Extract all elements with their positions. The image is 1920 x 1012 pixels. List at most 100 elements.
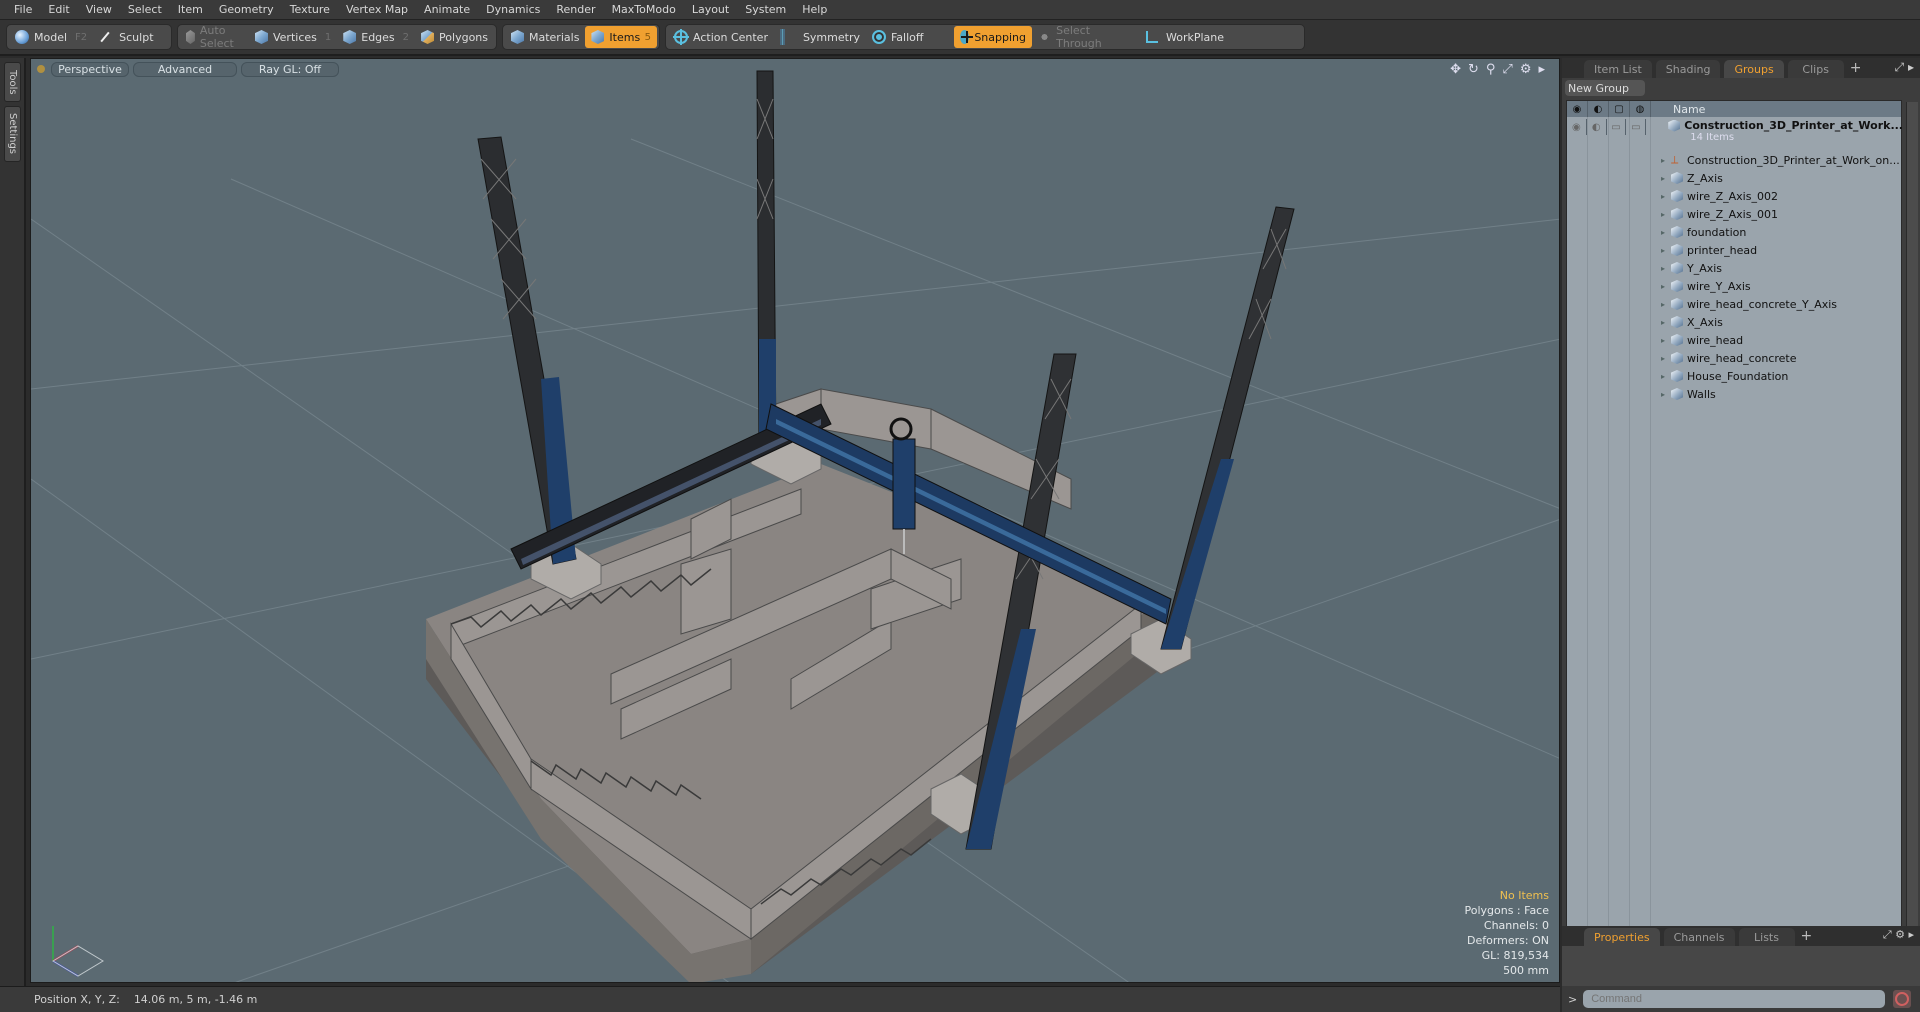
- lock-icon[interactable]: ▢: [1609, 101, 1630, 117]
- edges-button[interactable]: Edges 2: [337, 26, 415, 48]
- shading-dropdown[interactable]: Advanced: [133, 61, 237, 77]
- expand-arrow-icon[interactable]: ▸: [1655, 300, 1671, 309]
- auto-select-button[interactable]: Auto Select: [180, 24, 249, 50]
- expand-arrow-icon[interactable]: ▸: [1655, 336, 1671, 345]
- menu-dynamics[interactable]: Dynamics: [478, 3, 548, 16]
- group-item-row[interactable]: ▸ Z_Axis: [1655, 169, 1723, 187]
- vertices-button[interactable]: Vertices 1: [249, 26, 337, 48]
- expand-arrow-icon[interactable]: ▸: [1655, 390, 1671, 399]
- group-item-row[interactable]: ▸ House_Foundation: [1655, 367, 1788, 385]
- expand-arrow-icon[interactable]: ▸: [1655, 246, 1671, 255]
- workplane-button[interactable]: WorkPlane: [1140, 26, 1230, 48]
- action-center-button[interactable]: Action Center: [668, 26, 774, 48]
- tab-lists[interactable]: Lists: [1738, 928, 1795, 946]
- menu-maxtomodo[interactable]: MaxToModo: [604, 3, 684, 16]
- group-select-toggle[interactable]: ▭: [1626, 119, 1647, 135]
- panel-options-icons[interactable]: ⤢ ⚙ ▸: [1883, 928, 1914, 942]
- expand-arrow-icon[interactable]: ▸: [1538, 62, 1545, 77]
- menu-select[interactable]: Select: [120, 3, 170, 16]
- visibility-eye-icon[interactable]: ◉: [1567, 101, 1588, 117]
- expand-arrow-icon[interactable]: ▸: [1655, 354, 1671, 363]
- menu-edit[interactable]: Edit: [40, 3, 77, 16]
- new-group-button[interactable]: New Group: [1565, 80, 1645, 96]
- group-item-row[interactable]: ▸ wire_Y_Axis: [1655, 277, 1751, 295]
- panel-maximize-icon[interactable]: ⤢ ▸: [1895, 60, 1914, 75]
- items-button[interactable]: Items 5: [585, 26, 657, 48]
- group-name: Construction_3D_Printer_at_Work...: [1684, 119, 1903, 132]
- name-column-header: Name: [1673, 102, 1706, 116]
- group-item-row[interactable]: ▸ wire_head: [1655, 331, 1743, 349]
- 3d-viewport[interactable]: Perspective Advanced Ray GL: Off ✥ ↻ ⚲ ⤢…: [30, 58, 1560, 983]
- main-toolbar: Model F2 Sculpt Auto Select Vertices 1 Edg…: [0, 20, 1920, 56]
- tab-channels[interactable]: Channels: [1663, 928, 1735, 946]
- expand-arrow-icon[interactable]: ▸: [1655, 156, 1671, 165]
- group-item-row[interactable]: ▸ Walls: [1655, 385, 1716, 403]
- maximize-icon[interactable]: ⤢: [1502, 62, 1512, 77]
- expand-arrow-icon[interactable]: ▸: [1655, 228, 1671, 237]
- record-macro-icon[interactable]: [1893, 990, 1912, 1008]
- item-name: printer_head: [1687, 243, 1758, 257]
- command-input[interactable]: [1583, 990, 1886, 1008]
- expand-arrow-icon[interactable]: ▸: [1655, 282, 1671, 291]
- group-lock-toggle[interactable]: ▭: [1607, 119, 1627, 135]
- select-icon[interactable]: ◍: [1630, 101, 1651, 117]
- expand-arrow-icon[interactable]: ▸: [1655, 174, 1671, 183]
- polygons-button[interactable]: Polygons: [415, 26, 494, 48]
- group-item-row[interactable]: ▸ ⟂ Construction_3D_Printer_at_Work_on...: [1655, 151, 1900, 169]
- group-item-row[interactable]: ▸ Y_Axis: [1655, 259, 1722, 277]
- menu-system[interactable]: System: [737, 3, 794, 16]
- menu-item[interactable]: Item: [170, 3, 211, 16]
- menu-render[interactable]: Render: [548, 3, 603, 16]
- group-item-row[interactable]: ▸ printer_head: [1655, 241, 1757, 259]
- render-icon[interactable]: ◐: [1588, 101, 1609, 117]
- pan-icon[interactable]: ✥: [1450, 62, 1461, 77]
- expand-arrow-icon[interactable]: ▸: [1655, 372, 1671, 381]
- add-tab-icon[interactable]: +: [1850, 60, 1862, 78]
- group-item-row[interactable]: ▸ wire_head_concrete_Y_Axis: [1655, 295, 1837, 313]
- symmetry-button[interactable]: Symmetry: [774, 26, 866, 48]
- menu-view[interactable]: View: [78, 3, 120, 16]
- menu-texture[interactable]: Texture: [282, 3, 338, 16]
- groups-scrollbar[interactable]: [1906, 102, 1918, 977]
- expand-arrow-icon[interactable]: ▸: [1655, 318, 1671, 327]
- group-visibility-toggle[interactable]: ◉: [1567, 119, 1587, 135]
- group-item-row[interactable]: ▸ wire_head_concrete: [1655, 349, 1797, 367]
- view-type-dropdown[interactable]: Perspective: [51, 61, 129, 77]
- tab-shading[interactable]: Shading: [1655, 60, 1721, 78]
- group-render-toggle[interactable]: ◐: [1587, 119, 1607, 135]
- materials-button[interactable]: Materials: [505, 26, 585, 48]
- viewport-options-dot[interactable]: [37, 65, 45, 73]
- expand-arrow-icon[interactable]: ▸: [1655, 264, 1671, 273]
- snapping-button[interactable]: Snapping: [953, 26, 1032, 48]
- menu-geometry[interactable]: Geometry: [211, 3, 282, 16]
- group-item-row[interactable]: ▸ foundation: [1655, 223, 1746, 241]
- falloff-button[interactable]: Falloff: [866, 26, 954, 48]
- tab-groups[interactable]: Groups: [1724, 60, 1784, 78]
- menu-animate[interactable]: Animate: [416, 3, 478, 16]
- tab-item-list[interactable]: Item List: [1584, 60, 1652, 78]
- tab-clips[interactable]: Clips: [1787, 60, 1844, 78]
- zoom-icon[interactable]: ⚲: [1486, 62, 1496, 77]
- tab-properties[interactable]: Properties: [1584, 928, 1660, 946]
- group-row[interactable]: ◉ ◐ ▭ ▭ Construction_3D_Printer_at_Work.…: [1567, 119, 1903, 149]
- menu-vertex-map[interactable]: Vertex Map: [338, 3, 416, 16]
- rotate-icon[interactable]: ↻: [1468, 62, 1479, 77]
- tab-tools[interactable]: Tools: [4, 62, 21, 102]
- tab-settings[interactable]: Settings: [4, 106, 21, 162]
- vertices-key: 1: [324, 31, 332, 43]
- select-through-button[interactable]: Select Through: [1032, 24, 1140, 50]
- model-button[interactable]: Model F2: [9, 26, 93, 48]
- add-tab-icon[interactable]: +: [1801, 928, 1813, 946]
- expand-arrow-icon[interactable]: ▸: [1655, 210, 1671, 219]
- gear-icon[interactable]: ⚙: [1520, 62, 1532, 77]
- raygl-toggle[interactable]: Ray GL: Off: [241, 61, 339, 77]
- properties-area: [1562, 946, 1920, 986]
- sculpt-button[interactable]: Sculpt: [93, 26, 159, 48]
- group-item-row[interactable]: ▸ wire_Z_Axis_002: [1655, 187, 1778, 205]
- group-item-row[interactable]: ▸ X_Axis: [1655, 313, 1723, 331]
- menu-layout[interactable]: Layout: [684, 3, 737, 16]
- expand-arrow-icon[interactable]: ▸: [1655, 192, 1671, 201]
- menu-file[interactable]: File: [6, 3, 40, 16]
- menu-help[interactable]: Help: [794, 3, 835, 16]
- group-item-row[interactable]: ▸ wire_Z_Axis_001: [1655, 205, 1778, 223]
